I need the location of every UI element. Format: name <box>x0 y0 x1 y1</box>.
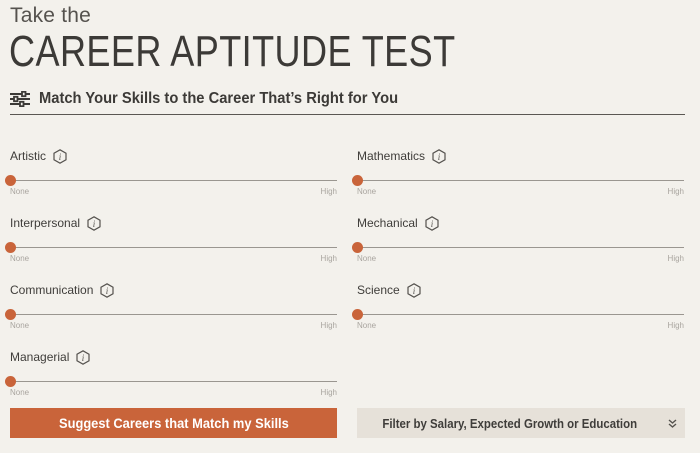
scale-low-label: None <box>357 187 377 196</box>
slider-handle[interactable] <box>352 175 363 186</box>
kicker-text: Take the <box>10 4 91 27</box>
skill-label: Communication <box>10 283 94 297</box>
scale-high-label: High <box>320 388 337 397</box>
info-icon[interactable]: i <box>53 148 67 164</box>
svg-text:i: i <box>412 286 415 296</box>
skill-label: Interpersonal <box>10 216 81 230</box>
info-icon[interactable]: i <box>407 282 421 298</box>
skill-slider[interactable] <box>352 242 684 253</box>
slider-handle[interactable] <box>5 175 16 186</box>
skill-slider[interactable] <box>352 309 684 320</box>
skill-communication: Communication i None High <box>5 280 337 341</box>
scale-high-label: High <box>667 254 684 263</box>
skill-label: Mathematics <box>357 149 426 163</box>
skill-mathematics: Mathematics i None High <box>352 146 684 207</box>
scale-high-label: High <box>667 187 684 196</box>
skills-column-left: Artistic i None High Interpersonal i None… <box>5 140 337 408</box>
svg-text:i: i <box>438 152 441 162</box>
skill-slider[interactable] <box>352 175 684 186</box>
slider-handle[interactable] <box>5 242 16 253</box>
scale-low-label: None <box>10 321 30 330</box>
skill-slider[interactable] <box>5 175 337 186</box>
filter-toggle-button[interactable]: Filter by Salary, Expected Growth or Edu… <box>357 408 685 438</box>
skill-label: Science <box>357 283 400 297</box>
scale-low-label: None <box>357 254 377 263</box>
suggest-careers-label: Suggest Careers that Match my Skills <box>58 415 289 431</box>
skill-artistic: Artistic i None High <box>5 146 337 207</box>
page-title: CAREER APTITUDE TEST <box>9 27 456 76</box>
skill-slider[interactable] <box>5 376 337 387</box>
skill-interpersonal: Interpersonal i None High <box>5 213 337 274</box>
skill-label: Mechanical <box>357 216 418 230</box>
skills-column-right: Mathematics i None High Mechanical i None… <box>352 140 684 341</box>
svg-text:i: i <box>430 219 433 229</box>
skill-slider[interactable] <box>5 309 337 320</box>
info-icon[interactable]: i <box>100 282 114 298</box>
scale-low-label: None <box>10 187 30 196</box>
skill-science: Science i None High <box>352 280 684 341</box>
scale-low-label: None <box>10 254 30 263</box>
sliders-icon <box>10 91 30 107</box>
chevron-double-down-icon <box>668 418 677 428</box>
info-icon[interactable]: i <box>87 215 101 231</box>
slider-handle[interactable] <box>5 309 16 320</box>
scale-high-label: High <box>320 254 337 263</box>
svg-text:i: i <box>82 353 85 363</box>
svg-text:i: i <box>59 152 62 162</box>
skill-managerial: Managerial i None High <box>5 347 337 408</box>
slider-handle[interactable] <box>352 309 363 320</box>
svg-text:i: i <box>93 219 96 229</box>
skill-label: Managerial <box>10 350 70 364</box>
scale-low-label: None <box>357 321 377 330</box>
scale-low-label: None <box>10 388 30 397</box>
filter-label: Filter by Salary, Expected Growth or Edu… <box>382 415 637 431</box>
scale-high-label: High <box>320 187 337 196</box>
svg-text:i: i <box>106 286 109 296</box>
info-icon[interactable]: i <box>76 349 90 365</box>
skill-label: Artistic <box>10 149 46 163</box>
slider-handle[interactable] <box>352 242 363 253</box>
info-icon[interactable]: i <box>425 215 439 231</box>
slider-handle[interactable] <box>5 376 16 387</box>
info-icon[interactable]: i <box>432 148 446 164</box>
skill-slider[interactable] <box>5 242 337 253</box>
subtitle: Match Your Skills to the Career That’s R… <box>39 89 399 107</box>
suggest-careers-button[interactable]: Suggest Careers that Match my Skills <box>10 408 337 438</box>
scale-high-label: High <box>667 321 684 330</box>
scale-high-label: High <box>320 321 337 330</box>
subtitle-bar: Match Your Skills to the Career That’s R… <box>10 86 685 115</box>
skill-mechanical: Mechanical i None High <box>352 213 684 274</box>
